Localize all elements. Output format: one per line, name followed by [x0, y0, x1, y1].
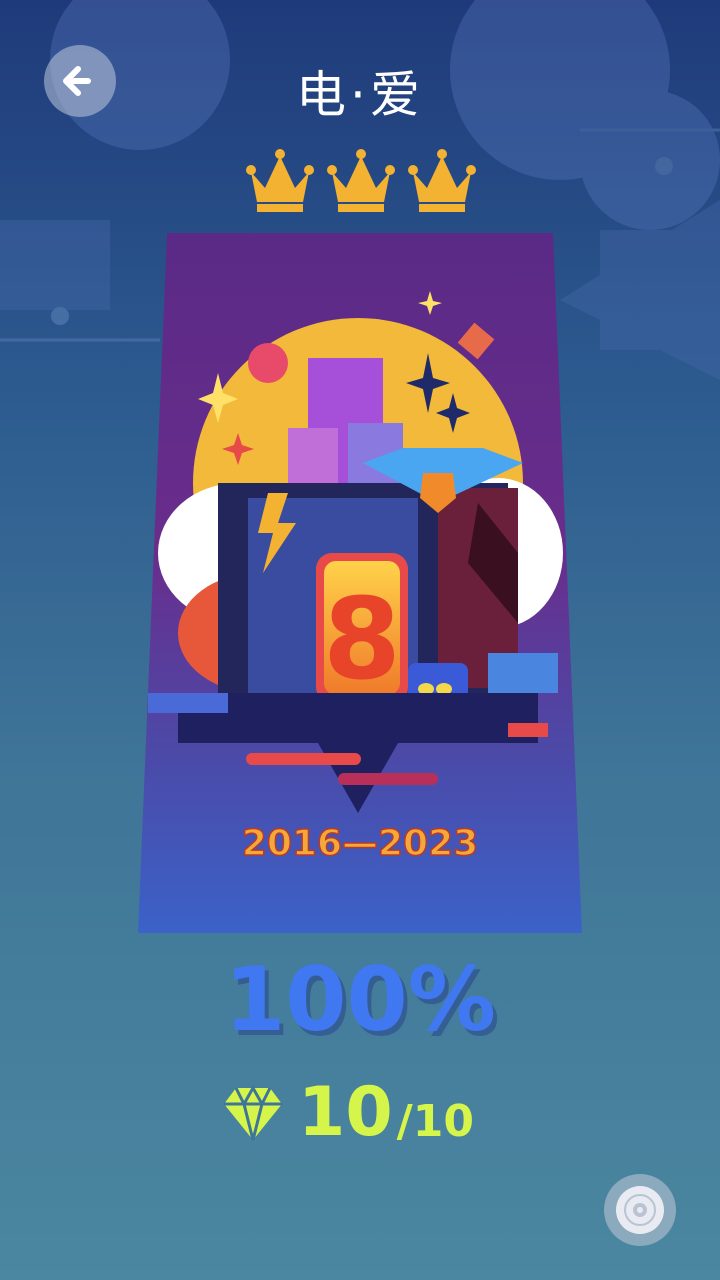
vinyl-disc-icon — [616, 1186, 664, 1234]
crown-icon — [327, 149, 395, 212]
crown-icon — [408, 149, 476, 212]
completion-percent: 100% — [224, 948, 496, 1051]
level-title: 电·爱 — [296, 66, 424, 124]
crown-icon — [246, 149, 314, 212]
level-artwork[interactable]: 8 2016—2023 — [138, 233, 582, 933]
poster-years: 2016—2023 — [242, 823, 478, 864]
gems-total: /10 — [396, 1096, 474, 1147]
gem-counter: 10 /10 — [222, 1068, 474, 1148]
crown-rating — [245, 148, 477, 214]
music-disc-button[interactable] — [604, 1174, 676, 1246]
gems-collected: 10 — [298, 1073, 393, 1152]
poster-number: 8 — [323, 575, 401, 705]
diamond-icon — [224, 1084, 282, 1141]
